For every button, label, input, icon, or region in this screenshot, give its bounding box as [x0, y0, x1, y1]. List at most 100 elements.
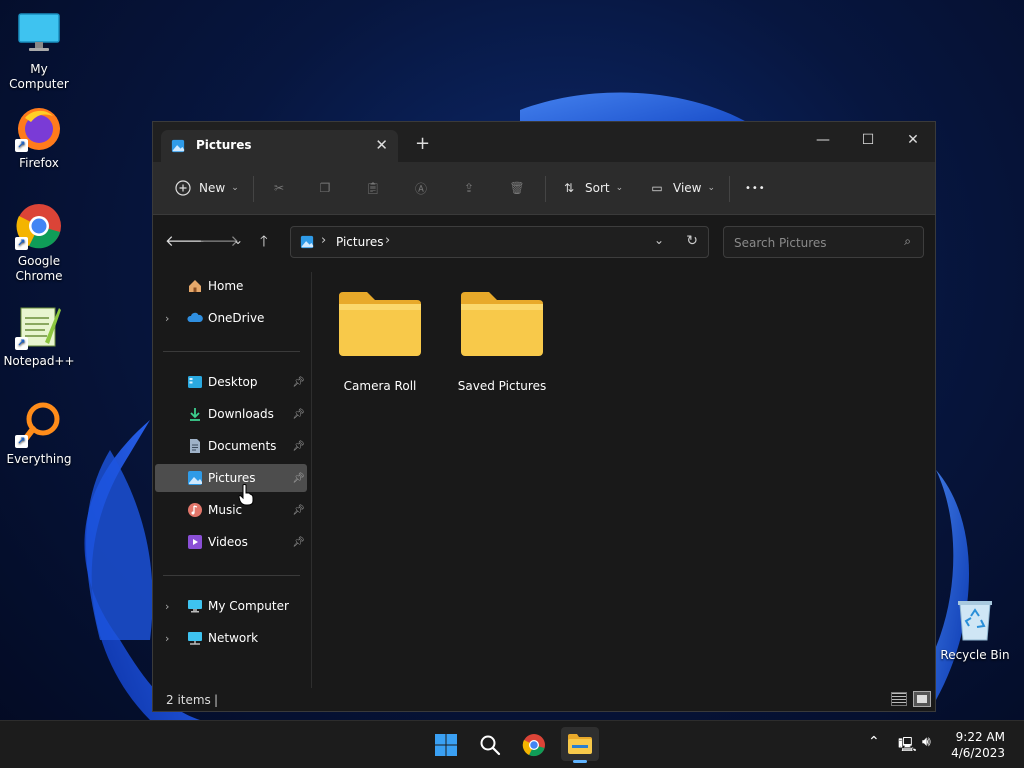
- desktop-icon-label: Google Chrome: [15, 254, 63, 283]
- tab-title: Pictures: [196, 138, 252, 152]
- sidebar-divider: [163, 351, 300, 352]
- cloud-icon: [187, 312, 203, 322]
- pin-icon[interactable]: 📌︎: [292, 473, 305, 484]
- sort-arrows-icon: ⇅: [563, 181, 575, 195]
- chevron-down-icon: ⌄: [231, 183, 239, 193]
- hand-cursor-icon: [238, 484, 254, 506]
- copy-button[interactable]: ❐: [315, 175, 335, 201]
- taskbar-chrome-button[interactable]: [518, 729, 550, 761]
- share-button[interactable]: ⇪: [459, 175, 479, 201]
- maximize-button[interactable]: ☐: [848, 126, 888, 154]
- sidebar-item-documents[interactable]: Documents 📌︎: [155, 432, 307, 460]
- desktop-icon-recycle-bin[interactable]: Recycle Bin: [936, 596, 1014, 663]
- address-field[interactable]: › Pictures › ⌄ ↻: [290, 226, 709, 258]
- search-box[interactable]: ⌕: [723, 226, 924, 258]
- copy-icon: ❐: [319, 181, 331, 195]
- trash-icon: 🗑︎: [509, 181, 525, 195]
- tab-pictures[interactable]: Pictures ✕: [161, 130, 398, 162]
- rename-icon: Ⓐ: [414, 181, 427, 196]
- address-dropdown-chevron-icon[interactable]: ⌄: [654, 233, 664, 247]
- sidebar-item-pictures[interactable]: Pictures 📌︎: [155, 464, 307, 492]
- status-bar: 2 items |: [153, 688, 935, 712]
- desktop-icon-label: Firefox: [19, 156, 59, 170]
- folder-name: Camera Roll: [343, 379, 417, 393]
- pin-icon[interactable]: 📌︎: [292, 441, 305, 452]
- magnifier-icon: ↗: [15, 400, 63, 448]
- desktop-icon-notepadpp[interactable]: ↗ Notepad++: [0, 302, 78, 369]
- tab-close-button[interactable]: ✕: [375, 136, 388, 154]
- folder-camera-roll[interactable]: Camera Roll: [325, 290, 435, 393]
- refresh-icon[interactable]: ↻: [686, 233, 698, 249]
- desktop-icon-everything[interactable]: ↗ Everything: [0, 400, 78, 467]
- taskbar-file-explorer-button[interactable]: [561, 727, 599, 763]
- search-icon[interactable]: ⌕: [904, 234, 911, 249]
- title-bar[interactable]: Pictures ✕ + — ☐ ✕: [153, 122, 935, 162]
- file-explorer-window[interactable]: Pictures ✕ + — ☐ ✕ New ⌄ ✂ ❐ 📋︎ Ⓐ ⇪ 🗑︎ ⇅…: [152, 121, 936, 712]
- new-button[interactable]: New ⌄: [173, 175, 239, 201]
- folder-saved-pictures[interactable]: Saved Pictures: [447, 290, 557, 393]
- taskbar-search-button[interactable]: [474, 729, 506, 761]
- chevron-right-icon[interactable]: ›: [165, 632, 169, 645]
- plus-circle-icon: [173, 178, 193, 198]
- search-icon: [480, 735, 501, 756]
- large-icons-view-button[interactable]: [913, 691, 931, 707]
- breadcrumb-pictures[interactable]: Pictures: [336, 235, 384, 249]
- cut-button[interactable]: ✂: [269, 175, 289, 201]
- recent-locations-button[interactable]: ⌄: [233, 233, 243, 247]
- sort-button[interactable]: ⇅ Sort ⌄: [559, 175, 623, 201]
- toolbar-divider: [253, 176, 254, 202]
- scissors-icon: ✂: [273, 181, 285, 195]
- network-status-icon[interactable]: 🖳︎: [898, 734, 917, 758]
- sort-label: Sort: [585, 181, 610, 195]
- new-tab-button[interactable]: +: [415, 133, 430, 154]
- view-button[interactable]: ▭ View ⌄: [647, 175, 715, 201]
- sidebar-divider: [163, 575, 300, 576]
- folder-name: Saved Pictures: [457, 379, 547, 393]
- status-divider: |: [214, 693, 219, 707]
- sidebar-item-desktop[interactable]: Desktop 📌︎: [155, 368, 307, 396]
- sidebar-item-music[interactable]: Music 📌︎: [155, 496, 307, 524]
- desktop-icon-firefox[interactable]: ↗ Firefox: [0, 104, 78, 171]
- pin-icon[interactable]: 📌︎: [292, 505, 305, 516]
- chevron-right-icon[interactable]: ›: [165, 312, 169, 325]
- sidebar-item-my-computer[interactable]: › My Computer: [155, 592, 307, 620]
- paste-button[interactable]: 📋︎: [363, 175, 383, 201]
- more-options-button[interactable]: •••: [745, 175, 766, 201]
- desktop-icon: [188, 376, 202, 388]
- sidebar-item-downloads[interactable]: Downloads 📌︎: [155, 400, 307, 428]
- chevron-down-icon: ⌄: [615, 183, 624, 193]
- start-button[interactable]: [430, 729, 462, 761]
- folder-icon: [568, 734, 592, 754]
- volume-icon[interactable]: 🔊︎: [922, 734, 931, 750]
- pin-icon[interactable]: 📌︎: [292, 409, 305, 420]
- desktop-icon-my-computer[interactable]: My Computer: [0, 10, 78, 92]
- pin-icon[interactable]: 📌︎: [292, 377, 305, 388]
- chevron-right-icon[interactable]: ›: [165, 600, 169, 613]
- sidebar-item-videos[interactable]: Videos 📌︎: [155, 528, 307, 556]
- up-button[interactable]: 🡑: [260, 231, 268, 256]
- sidebar-item-onedrive[interactable]: › OneDrive: [155, 304, 307, 332]
- search-input[interactable]: [732, 233, 896, 253]
- system-clock[interactable]: 9:22 AM 4/6/2023: [951, 729, 1005, 761]
- desktop-icon-google-chrome[interactable]: ↗ Google Chrome: [0, 202, 78, 284]
- show-hidden-icons-button[interactable]: ⌃: [868, 734, 880, 750]
- details-view-button[interactable]: [891, 692, 907, 706]
- sidebar-item-network[interactable]: › Network: [155, 624, 307, 652]
- pictures-icon: [300, 235, 314, 249]
- close-window-button[interactable]: ✕: [893, 126, 933, 154]
- rename-button[interactable]: Ⓐ: [411, 175, 431, 201]
- delete-button[interactable]: 🗑︎: [507, 175, 527, 201]
- pane-splitter[interactable]: [311, 272, 312, 688]
- toolbar-divider: [545, 176, 546, 202]
- desktop-icon-label: Recycle Bin: [940, 648, 1010, 662]
- chrome-icon: ↗: [15, 202, 63, 250]
- taskbar: ⌃ 🖳︎ 🔊︎ 9:22 AM 4/6/2023: [0, 720, 1024, 768]
- address-bar-row: 🡐 🡒 ⌄ 🡑 › Pictures › ⌄ ↻ ⌕: [153, 215, 935, 269]
- view-icon: ▭: [651, 181, 663, 195]
- minimize-button[interactable]: —: [803, 126, 843, 154]
- sidebar-item-home[interactable]: Home: [155, 272, 307, 300]
- breadcrumb-separator[interactable]: ›: [385, 233, 390, 248]
- recycle-bin-icon: [951, 596, 999, 644]
- file-list-pane[interactable]: Camera Roll Saved Pictures: [313, 272, 933, 688]
- pin-icon[interactable]: 📌︎: [292, 537, 305, 548]
